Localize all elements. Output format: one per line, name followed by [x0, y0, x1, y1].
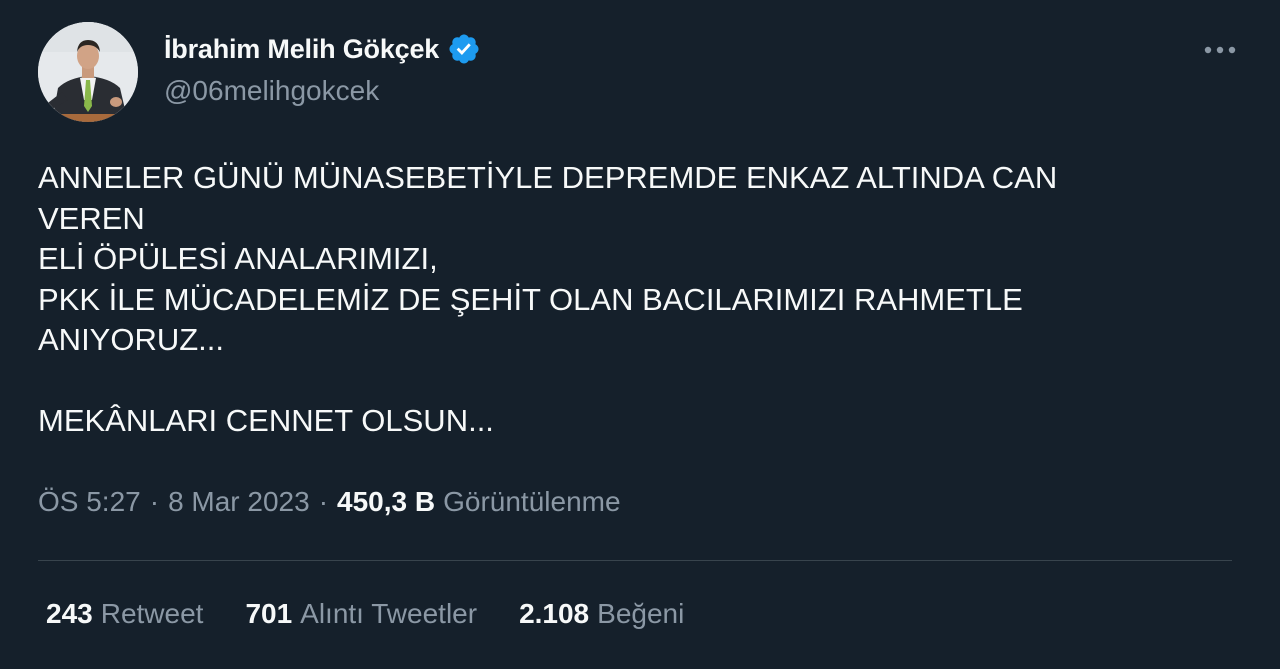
- tweet-stats: 243 Retweet 701 Alıntı Tweetler 2.108 Be…: [46, 598, 684, 630]
- name-row: İbrahim Melih Gökçek: [164, 32, 481, 66]
- tweet-meta: ÖS 5:27 · 8 Mar 2023 · 450,3 B Görüntüle…: [38, 486, 621, 518]
- user-identity: İbrahim Melih Gökçek @06melihgokcek: [164, 32, 481, 107]
- tweet-header: İbrahim Melih Gökçek @06melihgokcek: [38, 22, 1240, 122]
- tweet-text: ANNELER GÜNÜ MÜNASEBETİYLE DEPREMDE ENKA…: [38, 160, 1058, 438]
- views-count: 450,3 B: [337, 486, 436, 517]
- more-horizontal-icon: [1204, 46, 1236, 54]
- more-options-button[interactable]: [1200, 36, 1240, 64]
- likes-label: Beğeni: [597, 598, 685, 629]
- quotes-count: 701: [245, 598, 293, 629]
- divider: [38, 560, 1232, 561]
- meta-separator: ·: [149, 486, 160, 517]
- user-handle[interactable]: @06melihgokcek: [164, 75, 481, 107]
- avatar[interactable]: [38, 22, 138, 122]
- display-name[interactable]: İbrahim Melih Gökçek: [164, 34, 439, 65]
- views-label: Görüntülenme: [443, 486, 621, 517]
- quotes-label: Alıntı Tweetler: [300, 598, 478, 629]
- tweet-date[interactable]: 8 Mar 2023: [168, 486, 310, 518]
- meta-separator-2: ·: [318, 486, 329, 517]
- quotes-stat[interactable]: 701 Alıntı Tweetler: [245, 598, 477, 630]
- likes-stat[interactable]: 2.108 Beğeni: [519, 598, 684, 630]
- retweets-label: Retweet: [100, 598, 204, 629]
- verified-badge-icon[interactable]: [447, 32, 481, 66]
- tweet-time[interactable]: ÖS 5:27: [38, 486, 141, 518]
- avatar-image: [38, 22, 138, 122]
- retweets-count: 243: [46, 598, 93, 629]
- likes-count: 2.108: [519, 598, 590, 629]
- retweets-stat[interactable]: 243 Retweet: [46, 598, 203, 630]
- tweet-card: İbrahim Melih Gökçek @06melihgokcek ANNE…: [0, 0, 1280, 669]
